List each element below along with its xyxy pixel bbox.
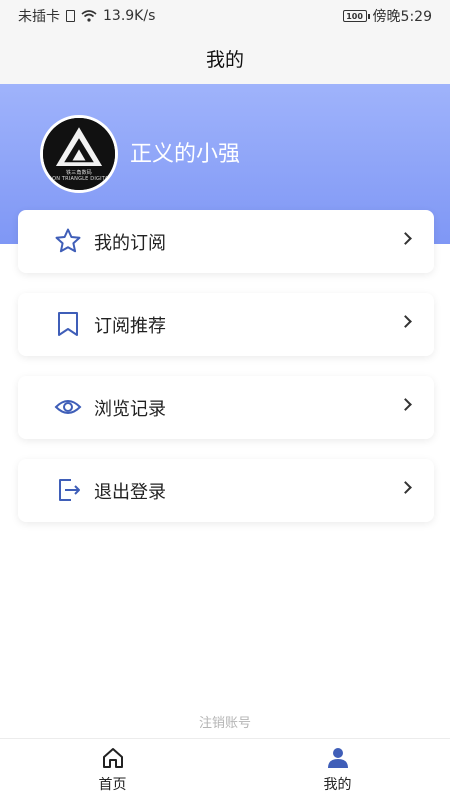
battery-level: 100 — [346, 11, 363, 21]
chevron-right-icon — [399, 315, 412, 328]
menu-label: 退出登录 — [94, 481, 166, 503]
avatar-caption: 铁三角数码 IRON TRIANGLE DIGITAL — [43, 170, 115, 182]
bottom-nav: 首页 我的 — [0, 738, 450, 800]
star-icon — [55, 228, 81, 253]
nav-item-mine[interactable]: 我的 — [225, 739, 450, 800]
menu-label: 我的订阅 — [94, 232, 166, 254]
carrier-text: 未插卡 — [18, 9, 60, 25]
chevron-right-icon — [399, 481, 412, 494]
menu-item-recommended[interactable]: 订阅推荐 — [18, 293, 434, 356]
status-bar: 未插卡 13.9K/s 100 傍晚5:29 — [0, 0, 450, 32]
menu-label: 浏览记录 — [94, 398, 166, 420]
delete-account-link[interactable]: 注销账号 — [0, 712, 450, 731]
sim-icon — [66, 10, 75, 22]
menu-item-my-subscriptions[interactable]: 我的订阅 — [18, 210, 434, 273]
status-left: 未插卡 13.9K/s — [18, 6, 155, 26]
nav-item-home[interactable]: 首页 — [0, 739, 225, 800]
logout-icon — [59, 479, 80, 501]
bookmark-icon — [58, 312, 78, 336]
user-icon — [327, 747, 348, 768]
page-title: 我的 — [205, 48, 244, 71]
avatar-caption-en: IRON TRIANGLE DIGITAL — [46, 176, 112, 182]
home-icon — [102, 747, 123, 768]
menu-item-history[interactable]: 浏览记录 — [18, 376, 434, 439]
avatar[interactable]: 铁三角数码 IRON TRIANGLE DIGITAL — [40, 115, 118, 193]
network-speed: 13.9K/s — [103, 8, 156, 24]
status-right: 100 傍晚5:29 — [342, 6, 432, 26]
menu-label: 订阅推荐 — [94, 315, 166, 337]
nav-label-home: 首页 — [98, 776, 127, 793]
title-bar: 我的 — [0, 32, 450, 84]
clock: 傍晚5:29 — [372, 9, 432, 25]
menu-item-logout[interactable]: 退出登录 — [18, 459, 434, 522]
eye-icon — [54, 400, 82, 414]
chevron-right-icon — [399, 398, 412, 411]
nav-label-mine: 我的 — [323, 776, 352, 793]
battery-icon: 100 — [342, 10, 370, 22]
screen: 未插卡 13.9K/s 100 傍晚5:29 我的 铁三角数码 IRON TRI… — [0, 0, 450, 800]
username: 正义的小强 — [130, 142, 241, 167]
wifi-icon — [81, 10, 97, 22]
chevron-right-icon — [399, 232, 412, 245]
